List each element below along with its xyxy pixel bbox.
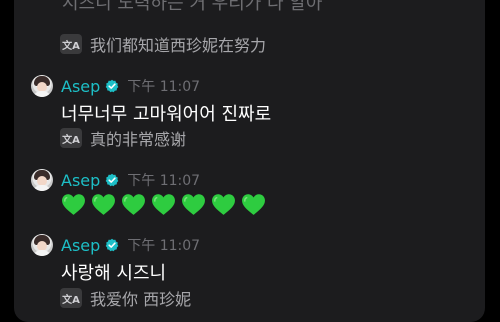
translate-icon[interactable]: 文A (60, 128, 82, 148)
green-heart-icon (92, 194, 115, 215)
sender-name[interactable]: Asep (61, 171, 100, 190)
translation-row: 文A 我们都知道西珍妮在努力 (60, 33, 266, 55)
avatar[interactable] (31, 234, 53, 256)
message-time: 下午 11:07 (127, 79, 201, 95)
message-text: 너무너무 고마워어어 진짜로 (61, 104, 272, 125)
message-time: 下午 11:07 (127, 173, 201, 189)
avatar[interactable] (31, 169, 53, 191)
message-header: Asep 下午 11:07 (61, 75, 200, 97)
sender-name[interactable]: Asep (61, 77, 100, 96)
message-text: 사랑해 시즈니 (61, 263, 167, 284)
translate-icon[interactable]: 文A (60, 288, 82, 308)
green-heart-icon (182, 194, 205, 215)
translation-text: 我们都知道西珍妮在努力 (90, 36, 267, 55)
message-header: Asep 下午 11:07 (61, 234, 200, 256)
green-heart-icon (242, 194, 265, 215)
green-heart-icon (62, 194, 85, 215)
green-heart-icon (122, 194, 145, 215)
translation-row: 文A 我爱你 西珍妮 (60, 287, 191, 309)
truncated-message-text: 시즈니 노력하는 거 우리가 다 알아 (62, 0, 323, 14)
message-header: Asep 下午 11:07 (61, 169, 200, 191)
verified-badge-icon (105, 173, 119, 187)
chat-panel: 시즈니 노력하는 거 우리가 다 알아 文A 我们都知道西珍妮在努力 Asep … (14, 0, 485, 322)
verified-badge-icon (105, 238, 119, 252)
hearts-row (61, 193, 266, 216)
green-heart-icon (152, 194, 175, 215)
message-time: 下午 11:07 (127, 238, 201, 254)
verified-badge-icon (105, 79, 119, 93)
sender-name[interactable]: Asep (61, 236, 100, 255)
translation-row: 文A 真的非常感谢 (60, 127, 186, 149)
translation-text: 我爱你 西珍妮 (90, 290, 192, 309)
avatar[interactable] (31, 75, 53, 97)
translation-text: 真的非常感谢 (90, 130, 187, 149)
green-heart-icon (212, 194, 235, 215)
translate-icon[interactable]: 文A (60, 34, 82, 54)
